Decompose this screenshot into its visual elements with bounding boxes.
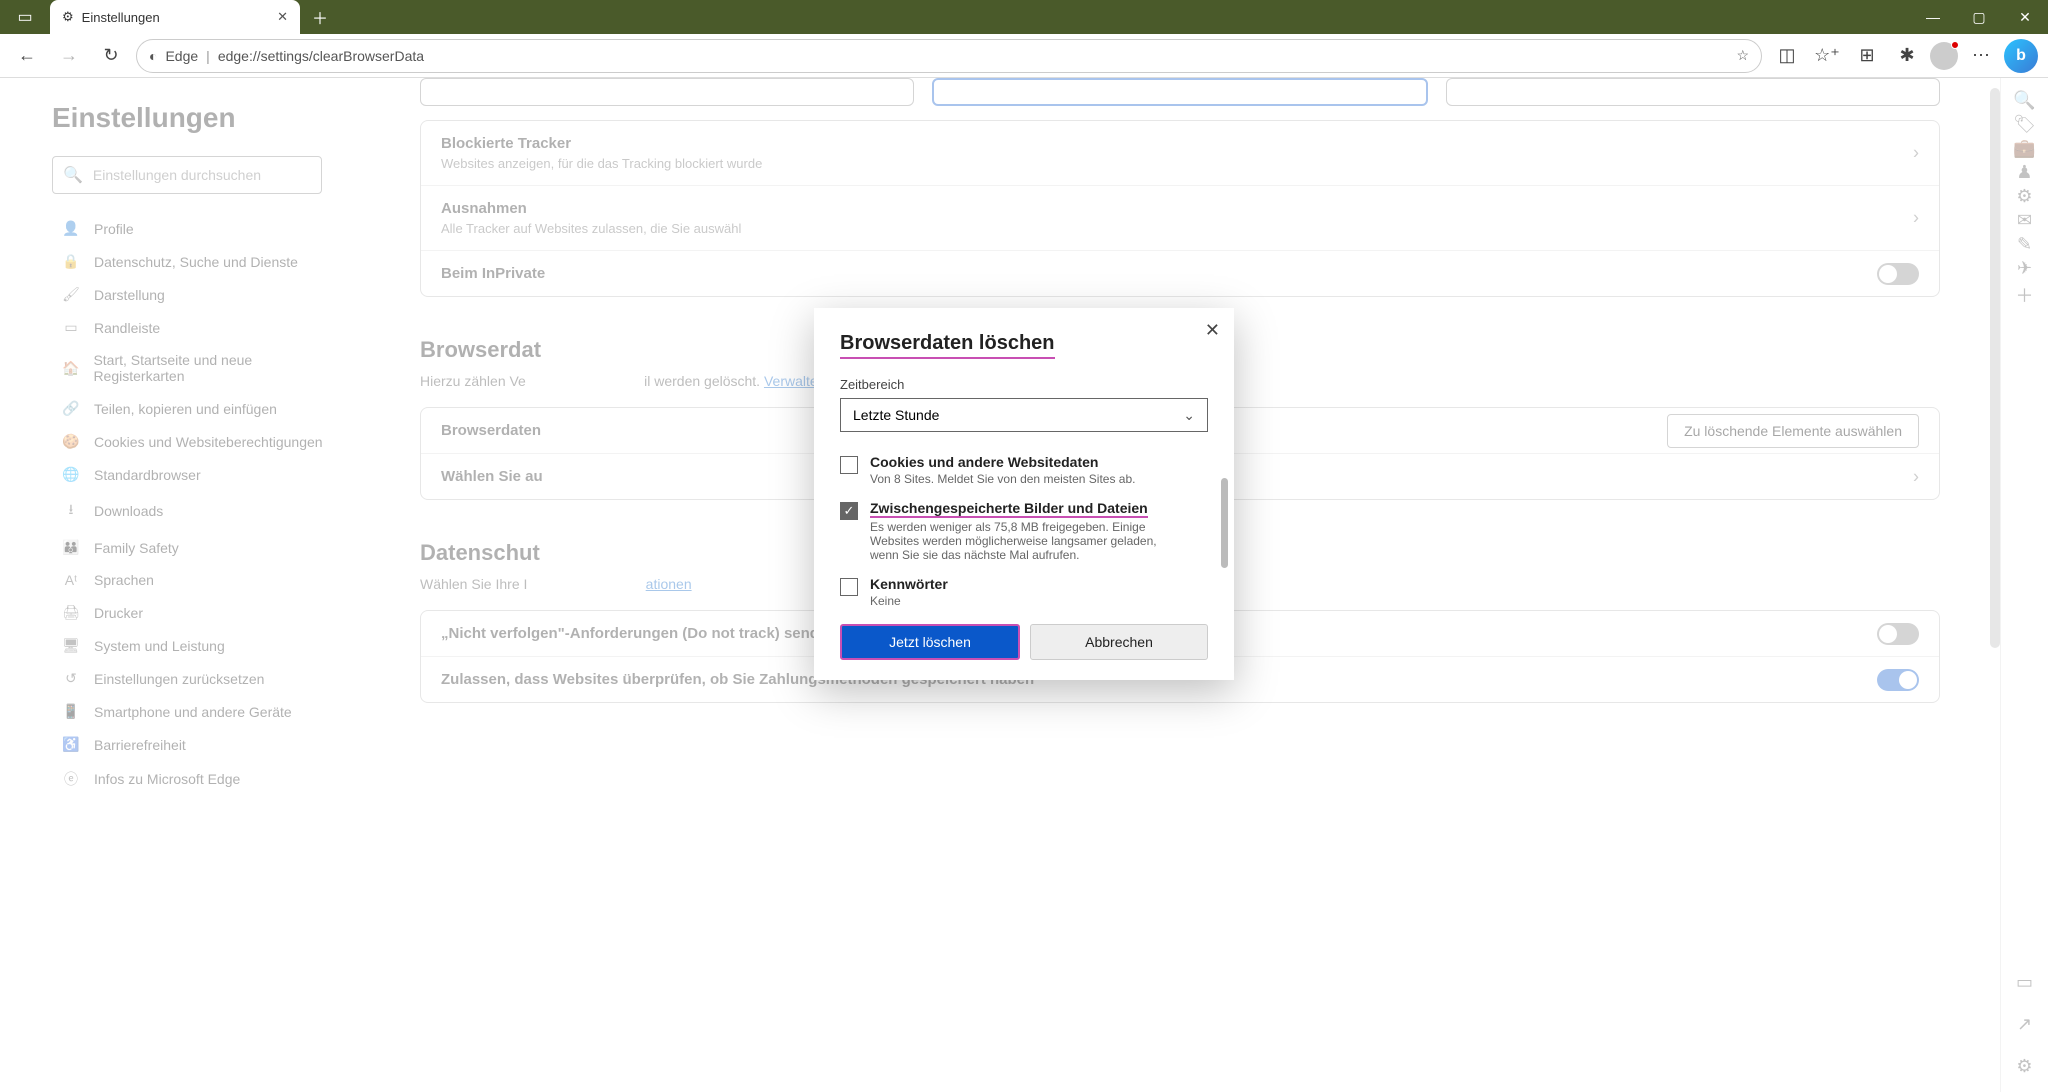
back-button[interactable]: ←	[10, 39, 44, 73]
tab-title: Einstellungen	[82, 10, 160, 25]
tab-actions[interactable]: ▭	[0, 0, 50, 34]
address-bar[interactable]: ◐ Edge | edge://settings/clearBrowserDat…	[136, 39, 1762, 73]
collections-icon[interactable]: ⊞	[1850, 39, 1884, 73]
window-controls: ― ▢ ✕	[1910, 0, 2048, 34]
checkbox[interactable]	[840, 456, 858, 474]
gear-icon: ⚙	[62, 9, 74, 25]
extensions-icon[interactable]: ✱	[1890, 39, 1924, 73]
dialog-scrollbar[interactable]	[1221, 478, 1228, 568]
site-identity-icon[interactable]: ◐	[149, 48, 157, 64]
url-app: Edge	[165, 48, 198, 64]
option-subtitle: Keine	[870, 594, 948, 608]
option-title: Cookies und andere Websitedaten	[870, 454, 1136, 470]
titlebar: ▭ ⚙ Einstellungen ✕ ＋ ― ▢ ✕	[0, 0, 2048, 34]
close-window-button[interactable]: ✕	[2002, 0, 2048, 34]
dialog-close-button[interactable]: ✕	[1205, 320, 1220, 341]
maximize-button[interactable]: ▢	[1956, 0, 2002, 34]
option-title: Kennwörter	[870, 576, 948, 592]
new-tab-button[interactable]: ＋	[308, 1, 332, 33]
clear-option[interactable]: Kennwörter Keine	[840, 576, 1208, 608]
bing-chat-button[interactable]: b	[2004, 39, 2038, 73]
forward-button[interactable]: →	[52, 39, 86, 73]
tab-overview-icon[interactable]: ▭	[17, 7, 32, 27]
option-subtitle: Es werden weniger als 75,8 MB freigegebe…	[870, 520, 1180, 562]
clear-option[interactable]: ✓ Zwischengespeicherte Bilder und Dateien…	[840, 500, 1208, 562]
option-title: Zwischengespeicherte Bilder und Dateien	[870, 500, 1148, 518]
browser-toolbar: ← → ↻ ◐ Edge | edge://settings/clearBrow…	[0, 34, 2048, 78]
cancel-button[interactable]: Abbrechen	[1030, 624, 1208, 660]
clear-data-dialog: ✕ Browserdaten löschen Zeitbereich Letzt…	[814, 308, 1234, 680]
chevron-down-icon: ⌄	[1183, 407, 1195, 424]
split-screen-icon[interactable]: ◫	[1770, 39, 1804, 73]
time-range-value: Letzte Stunde	[853, 407, 939, 423]
app-menu-button[interactable]: ⋯	[1964, 39, 1998, 73]
time-range-select[interactable]: Letzte Stunde ⌄	[840, 398, 1208, 432]
time-range-label: Zeitbereich	[840, 377, 1208, 392]
favorite-star-icon[interactable]: ☆	[1736, 47, 1749, 64]
minimize-button[interactable]: ―	[1910, 0, 1956, 34]
browser-tab[interactable]: ⚙ Einstellungen ✕	[50, 0, 300, 34]
favorites-icon[interactable]: ☆⁺	[1810, 39, 1844, 73]
checkbox[interactable]	[840, 578, 858, 596]
clear-option[interactable]: Cookies und andere Websitedaten Von 8 Sit…	[840, 454, 1208, 486]
close-tab-icon[interactable]: ✕	[277, 9, 288, 25]
refresh-button[interactable]: ↻	[94, 39, 128, 73]
modal-overlay: ✕ Browserdaten löschen Zeitbereich Letzt…	[0, 78, 2048, 1092]
url-text: edge://settings/clearBrowserData	[218, 48, 424, 64]
clear-now-button[interactable]: Jetzt löschen	[840, 624, 1020, 660]
option-subtitle: Von 8 Sites. Meldet Sie von den meisten …	[870, 472, 1136, 486]
checkbox[interactable]: ✓	[840, 502, 858, 520]
dialog-title: Browserdaten löschen	[840, 332, 1055, 359]
profile-avatar[interactable]	[1930, 42, 1958, 70]
